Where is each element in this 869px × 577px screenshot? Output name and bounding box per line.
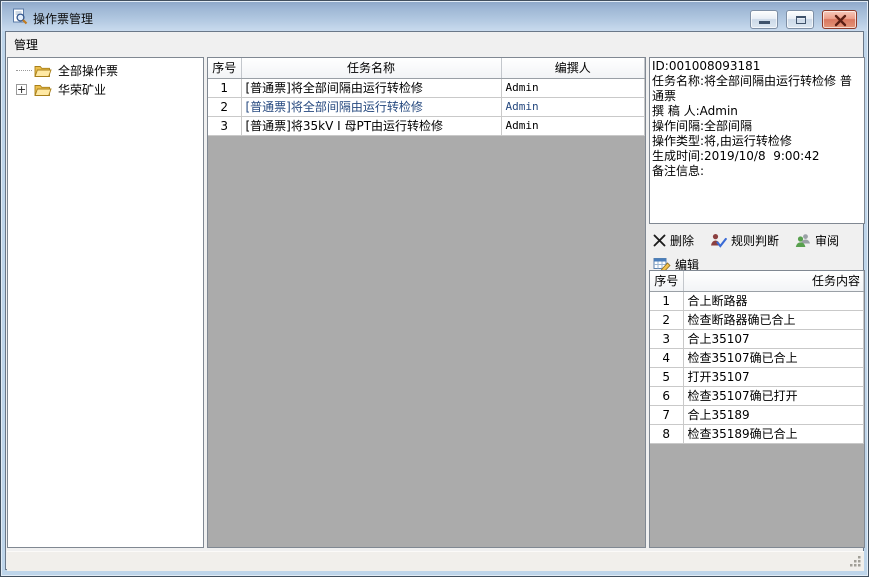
close-button[interactable] xyxy=(822,10,857,29)
cell-no[interactable]: 1 xyxy=(208,78,241,97)
cell-author[interactable]: Admin xyxy=(501,78,645,97)
ticket-tree: 全部操作票 + 华荣矿业 xyxy=(7,57,204,548)
detail-op-type: 操作类型:将,由运行转检修 xyxy=(652,134,862,149)
cell-no[interactable]: 5 xyxy=(650,367,683,386)
cell-content[interactable]: 合上35107 xyxy=(683,329,864,348)
minimize-button[interactable] xyxy=(750,10,778,29)
cell-content[interactable]: 合上35189 xyxy=(683,405,864,424)
delete-button[interactable]: 删除 xyxy=(651,231,696,250)
step-row[interactable]: 1 合上断路器 xyxy=(650,291,864,310)
task-content-panel: 序号 任务内容 1 合上断路器 2 检查断路器确已合上 3 合上 xyxy=(649,270,865,548)
cell-content[interactable]: 检查35107确已合上 xyxy=(683,348,864,367)
status-bar xyxy=(7,551,864,571)
detail-created-time: 生成时间:2019/10/8 9:00:42 xyxy=(652,149,862,164)
tree-connector xyxy=(16,70,32,71)
detail-author: 撰 稿 人:Admin xyxy=(652,104,862,119)
delete-label: 删除 xyxy=(670,232,694,249)
review-icon xyxy=(795,233,811,248)
step-row[interactable]: 6 检查35107确已打开 xyxy=(650,386,864,405)
maximize-button[interactable] xyxy=(786,10,814,29)
cell-content[interactable]: 打开35107 xyxy=(683,367,864,386)
step-row[interactable]: 8 检查35189确已合上 xyxy=(650,424,864,443)
tree-item-label: 全部操作票 xyxy=(56,62,120,79)
close-icon xyxy=(823,11,858,30)
step-row[interactable]: 5 打开35107 xyxy=(650,367,864,386)
cell-content[interactable]: 检查35107确已打开 xyxy=(683,386,864,405)
header-no[interactable]: 序号 xyxy=(650,271,683,291)
client-area: 管理 全部操作票 + 华荣矿业 xyxy=(5,31,864,570)
cell-task-name[interactable]: [普通票]将全部间隔由运行转检修 xyxy=(241,97,501,116)
cell-no[interactable]: 4 xyxy=(650,348,683,367)
tree-item-label: 华荣矿业 xyxy=(56,81,108,98)
detail-interval: 操作间隔:全部间隔 xyxy=(652,119,862,134)
cell-task-name[interactable]: [普通票]将35kV Ⅰ 母PT由运行转检修 xyxy=(241,116,501,135)
folder-open-icon xyxy=(34,64,52,78)
menu-item-manage[interactable]: 管理 xyxy=(6,32,46,57)
app-window: 操作票管理 管理 全部操作票 xyxy=(0,0,869,577)
rule-check-icon xyxy=(710,233,727,248)
header-no[interactable]: 序号 xyxy=(208,58,241,78)
action-toolbar: 删除 规则判断 审阅 xyxy=(651,229,841,251)
task-row[interactable]: 3 [普通票]将35kV Ⅰ 母PT由运行转检修 Admin xyxy=(208,116,645,135)
header-content[interactable]: 任务内容 xyxy=(683,271,864,291)
window-controls xyxy=(750,10,857,29)
cell-no[interactable]: 6 xyxy=(650,386,683,405)
step-row[interactable]: 3 合上35107 xyxy=(650,329,864,348)
review-button[interactable]: 审阅 xyxy=(793,231,841,250)
ticket-details[interactable]: ID:001008093181 任务名称:将全部间隔由运行转检修 普通票 撰 稿… xyxy=(649,57,865,224)
detail-task-name: 任务名称:将全部间隔由运行转检修 普通票 xyxy=(652,74,862,104)
header-author[interactable]: 编撰人 xyxy=(501,58,645,78)
step-row[interactable]: 7 合上35189 xyxy=(650,405,864,424)
detail-id: ID:001008093181 xyxy=(652,59,862,74)
review-label: 审阅 xyxy=(815,232,839,249)
cell-no[interactable]: 3 xyxy=(208,116,241,135)
cell-author[interactable]: Admin xyxy=(501,97,645,116)
cell-author[interactable]: Admin xyxy=(501,116,645,135)
task-row[interactable]: 1 [普通票]将全部间隔由运行转检修 Admin xyxy=(208,78,645,97)
task-row-selected[interactable]: 2 [普通票]将全部间隔由运行转检修 Admin xyxy=(208,97,645,116)
cell-content[interactable]: 检查断路器确已合上 xyxy=(683,310,864,329)
delete-icon xyxy=(653,234,666,247)
maximize-icon xyxy=(796,16,806,24)
rule-check-label: 规则判断 xyxy=(731,232,779,249)
cell-no[interactable]: 7 xyxy=(650,405,683,424)
content-table: 序号 任务内容 1 合上断路器 2 检查断路器确已合上 3 合上 xyxy=(650,271,864,444)
titlebar[interactable]: 操作票管理 xyxy=(2,2,867,31)
menu-bar: 管理 xyxy=(6,32,863,56)
resize-grip-icon[interactable] xyxy=(848,554,862,568)
task-list-panel: 序号 任务名称 编撰人 1 [普通票]将全部间隔由运行转检修 Admin 2 [… xyxy=(207,57,646,548)
tree-item-all-tickets[interactable]: 全部操作票 xyxy=(8,61,203,80)
cell-no[interactable]: 2 xyxy=(208,97,241,116)
cell-content[interactable]: 检查35189确已合上 xyxy=(683,424,864,443)
cell-no[interactable]: 3 xyxy=(650,329,683,348)
rule-check-button[interactable]: 规则判断 xyxy=(708,231,781,250)
step-row[interactable]: 4 检查35107确已合上 xyxy=(650,348,864,367)
task-table-header: 序号 任务名称 编撰人 xyxy=(208,58,645,78)
expand-icon[interactable]: + xyxy=(16,84,27,95)
app-icon xyxy=(11,8,28,25)
window-title: 操作票管理 xyxy=(33,10,93,27)
cell-no[interactable]: 2 xyxy=(650,310,683,329)
minimize-icon xyxy=(759,21,770,24)
folder-open-icon xyxy=(34,83,52,97)
cell-task-name[interactable]: [普通票]将全部间隔由运行转检修 xyxy=(241,78,501,97)
detail-remark: 备注信息: xyxy=(652,164,862,179)
cell-content[interactable]: 合上断路器 xyxy=(683,291,864,310)
task-table: 序号 任务名称 编撰人 1 [普通票]将全部间隔由运行转检修 Admin 2 [… xyxy=(208,58,645,136)
content-table-header: 序号 任务内容 xyxy=(650,271,864,291)
header-task-name[interactable]: 任务名称 xyxy=(241,58,501,78)
tree-item-huarong-mine[interactable]: + 华荣矿业 xyxy=(8,80,203,99)
cell-no[interactable]: 8 xyxy=(650,424,683,443)
cell-no[interactable]: 1 xyxy=(650,291,683,310)
step-row[interactable]: 2 检查断路器确已合上 xyxy=(650,310,864,329)
